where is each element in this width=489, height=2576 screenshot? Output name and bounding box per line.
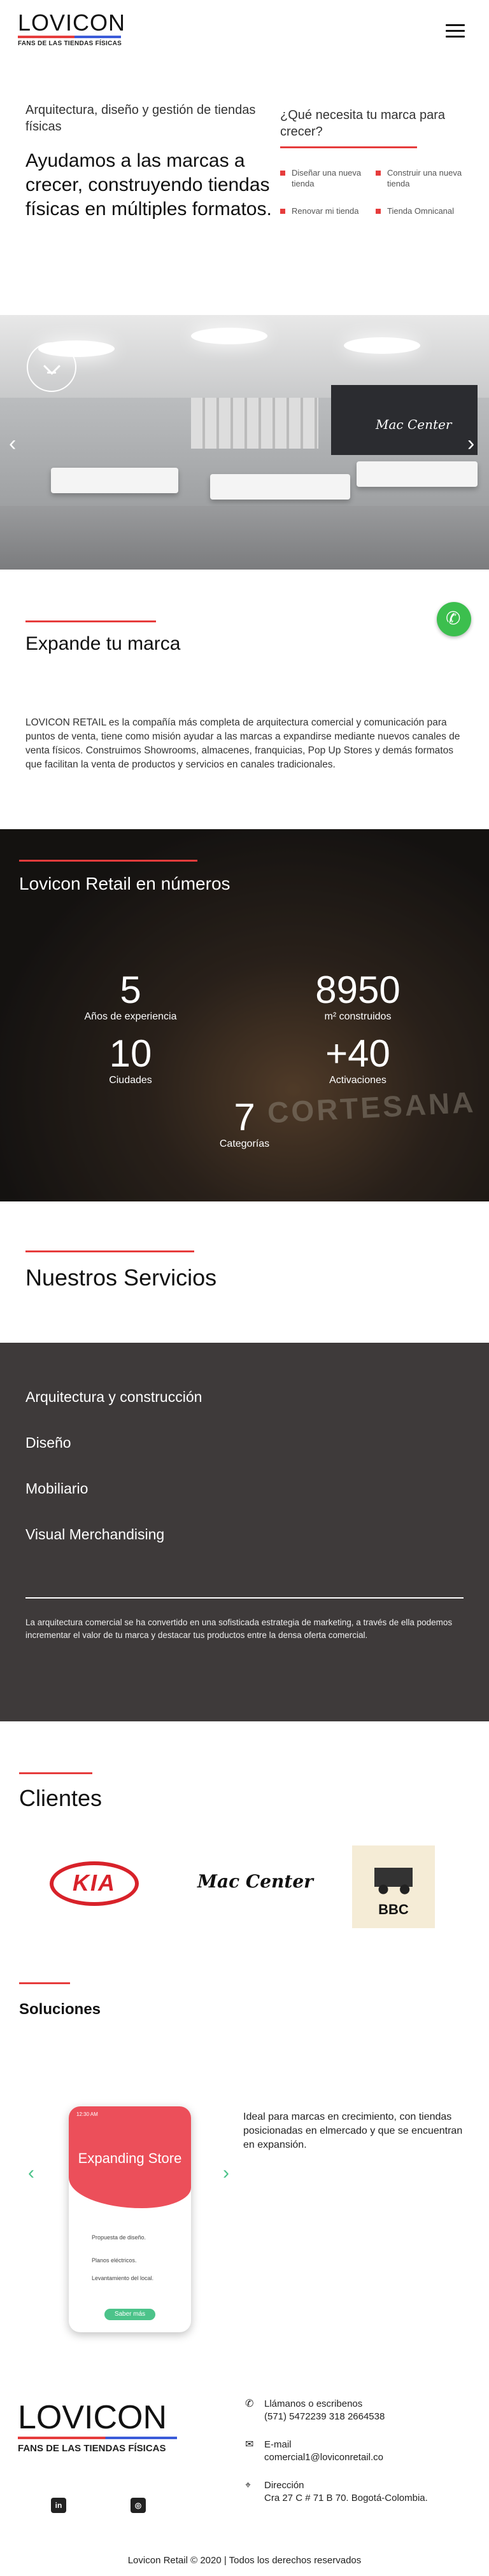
stat-item: +40 Activaciones (325, 1032, 390, 1086)
footer-logo[interactable]: LOVICON FANS DE LAS TIENDAS FÍSICAS (18, 2401, 177, 2454)
whatsapp-icon[interactable] (437, 602, 471, 636)
intro-subtitle: Arquitectura, diseño y gestión de tienda… (25, 103, 256, 134)
bullet-icon (376, 209, 381, 214)
stat-item: 5 Años de experiencia (84, 969, 177, 1023)
need-divider (280, 146, 417, 148)
stats-title: Lovicon Retail en números (19, 874, 230, 893)
linkedin-icon[interactable]: in (51, 2498, 66, 2513)
contact-email: ✉ E-mail comercial1@loviconretail.co (245, 2439, 383, 2463)
menu-icon[interactable] (446, 24, 465, 38)
logo-tagline: FANS DE LAS TIENDAS FÍSICAS (18, 40, 122, 47)
logo-bar (18, 36, 121, 38)
solutions-title: Soluciones (19, 2001, 101, 2018)
solutions-text: Ideal para marcas en crecimiento, con ti… (243, 2111, 463, 2150)
contact-phone: ✆ Llámanos o escribenos (571) 5472239 318 … (245, 2398, 385, 2422)
solutions-prev-arrow[interactable]: ‹ (28, 2162, 34, 2184)
phone-title: Expanding Store (78, 2150, 182, 2166)
logo-word: LOVICON (18, 10, 126, 36)
stat-item: 7 Categorías (219, 1096, 270, 1150)
client-logo-bbc: BBC (352, 1845, 435, 1928)
solution-phone-card: 12:30 AM Expanding Store Propuesta de di… (69, 2106, 191, 2332)
hero-store-image: Mac Center (0, 315, 489, 570)
service-item[interactable]: Arquitectura y construcción (25, 1389, 202, 1406)
stats-section: CORTESANA Lovicon Retail en números 5 Año… (0, 829, 489, 1201)
saber-mas-button[interactable]: Saber más (104, 2309, 155, 2320)
hero-next-arrow[interactable]: › (467, 433, 474, 454)
need-option[interactable]: Renovar mi tienda (280, 206, 376, 216)
solutions-heading: Soluciones (19, 1982, 101, 2021)
service-item[interactable]: Visual Merchandising (25, 1526, 164, 1543)
expand-divider (25, 620, 156, 622)
need-option[interactable]: Construir una nueva tienda (376, 167, 471, 189)
need-option[interactable]: Tienda Omnicanal (376, 206, 471, 216)
clients-heading: Clientes (19, 1772, 102, 1810)
solutions-next-arrow[interactable]: › (223, 2162, 229, 2184)
need-question: ¿Qué necesita tu marca para crecer? (280, 108, 446, 139)
instagram-icon[interactable]: ◎ (131, 2498, 146, 2513)
service-item[interactable]: Diseño (25, 1434, 71, 1452)
expand-paragraph: LOVICON RETAIL es la compañía más comple… (25, 717, 460, 770)
services-section: Arquitectura y construcción Diseño Mobil… (0, 1343, 489, 1721)
phone-item: Levantamiento del local. (92, 2275, 154, 2281)
phone-time: 12:30 AM (76, 2111, 98, 2117)
intro-headline: Ayudamos a las marcas a crecer, construy… (25, 150, 272, 220)
need-option[interactable]: Diseñar una nueva tienda (280, 167, 376, 189)
services-divider (25, 1250, 194, 1252)
logo[interactable]: LOVICON FANS DE LAS TIENDAS FÍSICAS (18, 11, 125, 47)
intro: Arquitectura, diseño y gestión de tienda… (25, 102, 274, 221)
stats-divider (19, 860, 197, 862)
expand-section: Expande tu marca (25, 620, 180, 655)
expand-title: Expande tu marca (25, 633, 181, 654)
clients-divider (19, 1772, 92, 1774)
services-title: Nuestros Servicios (25, 1264, 217, 1291)
stat-item: 10 Ciudades (109, 1032, 152, 1086)
hero-wall-sign: Mac Center (376, 417, 452, 432)
phone-item: Propuesta de diseño. (92, 2234, 146, 2241)
client-logo-mac-center: Mac Center (197, 1871, 313, 1892)
client-logo-kia: KIA (50, 1861, 139, 1906)
bullet-icon (280, 209, 285, 214)
scroll-down-icon[interactable] (27, 342, 76, 392)
bullet-icon (376, 171, 381, 176)
site-header: LOVICON FANS DE LAS TIENDAS FÍSICAS (0, 0, 489, 64)
stat-item: 8950 m² construidos (315, 969, 400, 1023)
services-text: La arquitectura comercial se ha converti… (25, 1618, 453, 1640)
contact-address: ⌖ Dirección Cra 27 C # 71 B 70. Bogotá-Col… (245, 2480, 428, 2503)
location-icon: ⌖ (245, 2480, 252, 2491)
service-item[interactable]: Mobiliario (25, 1480, 88, 1497)
mail-icon: ✉ (245, 2439, 254, 2450)
hero-prev-arrow[interactable]: ‹ (9, 433, 16, 454)
phone-item: Planos eléctricos. (92, 2257, 137, 2264)
bbc-car-icon (368, 1861, 419, 1896)
services-heading: Nuestros Servicios (25, 1250, 216, 1289)
solutions-divider (19, 1982, 70, 1984)
bullet-icon (280, 171, 285, 176)
copyright: Lovicon Retail © 2020 | Todos los derech… (127, 2555, 362, 2566)
services-hr (25, 1597, 464, 1599)
need-box: ¿Qué necesita tu marca para crecer? Dise… (280, 107, 465, 216)
clients-title: Clientes (19, 1785, 103, 1811)
phone-icon: ✆ (245, 2398, 254, 2409)
